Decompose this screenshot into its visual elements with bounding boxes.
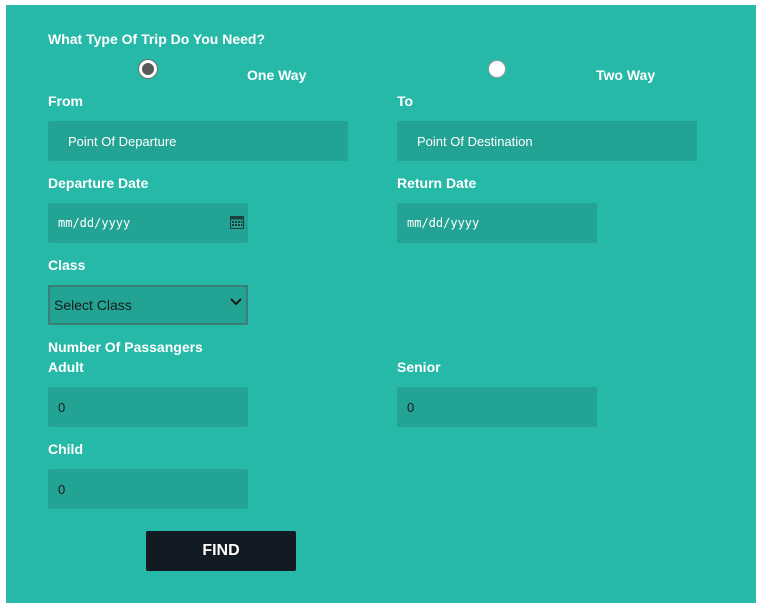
find-button[interactable]: FIND <box>146 531 296 571</box>
radio-one-way[interactable] <box>139 60 157 78</box>
to-input-placeholder: Point Of Destination <box>417 133 533 149</box>
senior-input-value: 0 <box>407 399 415 415</box>
from-input-placeholder: Point Of Departure <box>68 133 177 149</box>
from-input[interactable]: Point Of Departure <box>48 121 348 161</box>
departure-date-input[interactable]: mm/dd/yyyy <box>48 203 248 243</box>
child-input-value: 0 <box>58 481 66 497</box>
child-label: Child <box>48 441 83 457</box>
departure-date-placeholder: mm/dd/yyyy <box>58 216 131 230</box>
adult-input-value: 0 <box>58 399 66 415</box>
adult-label: Adult <box>48 359 84 375</box>
senior-input[interactable]: 0 <box>397 387 597 427</box>
child-input[interactable]: 0 <box>48 469 248 509</box>
to-input[interactable]: Point Of Destination <box>397 121 697 161</box>
return-date-label: Return Date <box>397 175 477 191</box>
to-label: To <box>397 93 414 109</box>
class-label: Class <box>48 257 86 273</box>
adult-input[interactable]: 0 <box>48 387 248 427</box>
class-select[interactable]: Select Class <box>48 285 248 325</box>
passengers-label: Number Of Passangers <box>48 339 203 355</box>
radio-one-way-label[interactable]: One Way <box>247 67 306 83</box>
calendar-icon[interactable] <box>230 215 244 229</box>
senior-label: Senior <box>397 359 441 375</box>
return-date-input[interactable]: mm/dd/yyyy <box>397 203 597 243</box>
trip-type-question: What Type Of Trip Do You Need? <box>48 31 266 47</box>
class-select-value: Select Class <box>54 297 132 313</box>
radio-two-way-label[interactable]: Two Way <box>596 67 655 83</box>
trip-search-form: What Type Of Trip Do You Need? One Way T… <box>6 5 756 603</box>
return-date-placeholder: mm/dd/yyyy <box>407 216 480 230</box>
chevron-down-icon <box>230 298 242 306</box>
from-label: From <box>48 93 83 109</box>
radio-two-way[interactable] <box>488 60 506 78</box>
departure-date-label: Departure Date <box>48 175 149 191</box>
